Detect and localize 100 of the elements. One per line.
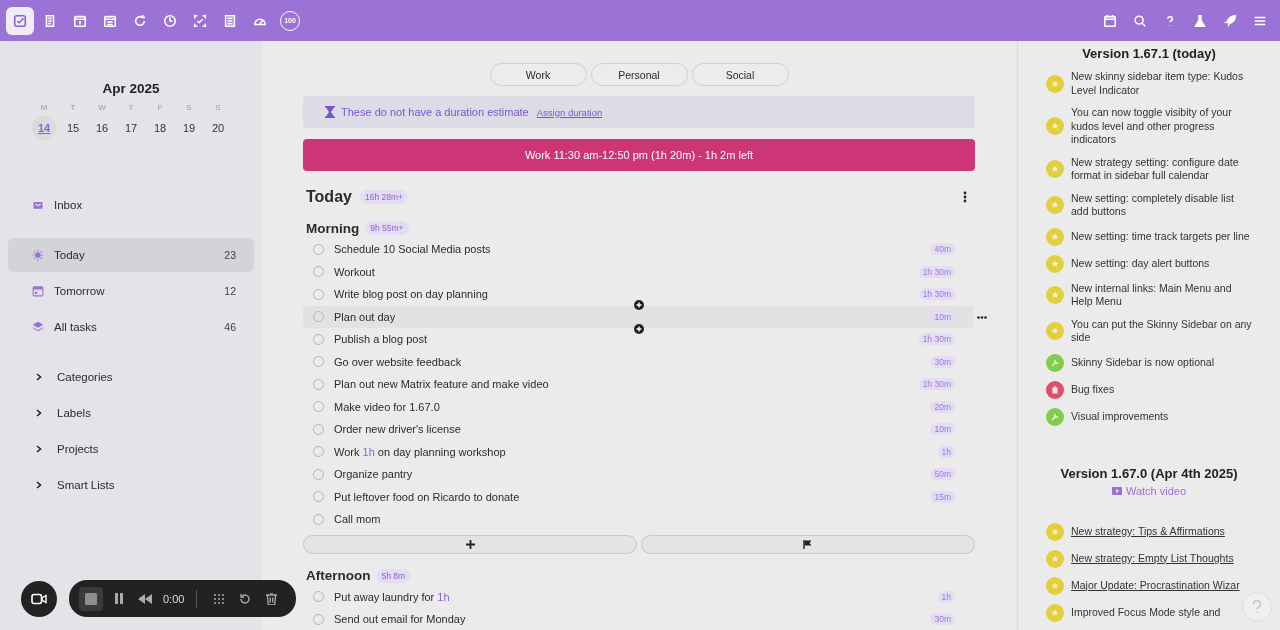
stop-button[interactable] bbox=[79, 586, 103, 611]
weekday-label: F bbox=[156, 103, 164, 112]
stop-icon bbox=[85, 592, 97, 605]
calendar-day[interactable]: 19 bbox=[177, 116, 201, 140]
duration-tag: 1h 30m bbox=[918, 378, 955, 391]
sidebar-item[interactable]: All tasks 46 bbox=[8, 310, 254, 344]
sidebar-group[interactable]: Smart Lists bbox=[8, 468, 254, 502]
filter-button[interactable]: Personal bbox=[590, 63, 688, 86]
changelog-item: Bug fixes bbox=[1071, 382, 1115, 397]
sidebar-item[interactable]: Today 23 bbox=[8, 238, 254, 272]
changelog-item: Visual improvements bbox=[1071, 409, 1169, 424]
sidebar-group[interactable]: Projects bbox=[8, 432, 254, 466]
task-row[interactable]: Make video for 1.67.0 20m bbox=[303, 395, 973, 418]
toolbar-button[interactable] bbox=[6, 6, 34, 35]
task-title[interactable]: Plan out new Matrix feature and make video bbox=[334, 378, 909, 391]
section-title: Morning bbox=[306, 220, 360, 236]
calendar-day[interactable]: 15 bbox=[61, 116, 85, 140]
changelog-item: You can put the Skinny Sidebar on any side bbox=[1071, 317, 1252, 345]
task-row[interactable]: Plan out day 10m bbox=[303, 305, 973, 328]
task-row[interactable]: Work 1h on day planning workshop 1h bbox=[303, 440, 973, 463]
help-icon bbox=[1252, 600, 1262, 614]
duration-tag: 30m bbox=[930, 613, 955, 626]
task-row[interactable]: Schedule 10 Social Media posts 40m bbox=[303, 238, 973, 261]
calendar-day[interactable]: 20 bbox=[206, 116, 230, 140]
task-row[interactable]: Call mom bbox=[303, 508, 973, 531]
task-row[interactable]: Organize pantry 50m bbox=[303, 463, 973, 486]
task-title[interactable]: Organize pantry bbox=[334, 468, 921, 481]
version-title: Version 1.67.0 (Apr 4th 2025) bbox=[1059, 465, 1239, 481]
changelog-link[interactable]: New strategy: Empty List Thoughts bbox=[1071, 551, 1234, 566]
changelog-item: New skinny sidebar item type: Kudos Level Indicator bbox=[1071, 70, 1245, 97]
changelog-link[interactable]: Major Update: Procrastination Wizar bbox=[1071, 578, 1240, 593]
duration-total: 5h 8m bbox=[376, 568, 411, 583]
task-row[interactable]: Send out email for Monday 30m bbox=[303, 608, 973, 630]
duration-tag: 10m bbox=[930, 423, 955, 436]
calendar-icon bbox=[1103, 13, 1117, 28]
search-icon bbox=[1133, 13, 1147, 28]
layers-icon bbox=[32, 321, 44, 333]
sidebar-group[interactable]: Labels bbox=[8, 396, 254, 430]
changelog-link[interactable]: New strategy: Tips & Affirmations bbox=[1071, 524, 1225, 539]
sidebar-group[interactable]: Categories bbox=[8, 360, 254, 394]
plus-icon bbox=[465, 539, 475, 549]
task-title[interactable]: Write blog post on day planning bbox=[334, 288, 909, 301]
refresh-icon bbox=[133, 13, 147, 28]
changelog-item: You can now toggle visibity of your kudos level and other progress indicators bbox=[1071, 106, 1233, 147]
duration-tag: 50m bbox=[930, 468, 955, 481]
weekday-label: T bbox=[69, 103, 77, 112]
pause-icon bbox=[114, 593, 124, 604]
changelog-item: New strategy setting: configure date format in sidebar full calendar bbox=[1071, 155, 1240, 183]
scroll-icon bbox=[43, 13, 57, 28]
filter-button[interactable]: Social bbox=[691, 63, 789, 86]
weekday-label: S bbox=[185, 103, 193, 112]
restart-icon bbox=[239, 592, 252, 605]
sidebar-item[interactable]: Tomorrow 12 bbox=[8, 274, 254, 308]
assign-duration-link[interactable]: Assign duration bbox=[536, 106, 603, 118]
dot-grid-icon bbox=[213, 592, 226, 605]
wrench-icon bbox=[1046, 353, 1064, 372]
calendar-day[interactable]: 16 bbox=[90, 116, 114, 140]
task-row[interactable]: Order new driver's license 10m bbox=[303, 418, 973, 441]
add-above-icon[interactable] bbox=[634, 299, 644, 310]
more-icon[interactable] bbox=[977, 315, 987, 319]
rewind-icon bbox=[138, 593, 152, 604]
task-title[interactable]: Schedule 10 Social Media posts bbox=[334, 243, 921, 256]
task-title[interactable]: Work 1h on day planning workshop bbox=[334, 445, 928, 458]
task-title[interactable]: Call mom bbox=[334, 513, 955, 526]
focus-icon bbox=[193, 13, 207, 28]
calendar-day[interactable]: 18 bbox=[148, 116, 172, 140]
calendar-icon bbox=[32, 285, 44, 297]
inbox-icon bbox=[32, 199, 44, 211]
add-below-icon[interactable] bbox=[634, 324, 644, 334]
changelog-item: Skinny Sidebar is now optional bbox=[1071, 355, 1214, 370]
sun-icon bbox=[32, 249, 44, 261]
task-row[interactable]: Plan out new Matrix feature and make video 1h 30m bbox=[303, 373, 973, 396]
changelog-item: New setting: day alert buttons bbox=[1071, 256, 1210, 271]
task-title[interactable]: Make video for 1.67.0 bbox=[334, 400, 921, 413]
calendar-day[interactable]: 17 bbox=[119, 116, 143, 140]
hourglass-icon bbox=[325, 106, 335, 118]
calendar-month: Apr 2025 bbox=[102, 81, 160, 96]
duration-tag: 1h bbox=[937, 445, 955, 458]
task-row[interactable]: Put leftover food on Ricardo to donate 15m bbox=[303, 485, 973, 508]
duration-tag: 10m bbox=[930, 310, 955, 323]
duration-tag: 1h 30m bbox=[918, 288, 955, 301]
more-vertical-icon[interactable] bbox=[963, 191, 967, 203]
task-title[interactable]: Publish a blog post bbox=[334, 333, 909, 346]
inbox-item[interactable]: Inbox bbox=[8, 188, 254, 222]
task-row[interactable]: Publish a blog post 1h 30m bbox=[303, 328, 973, 351]
task-row[interactable]: Go over website feedback 30m bbox=[303, 350, 973, 373]
task-row[interactable]: Put away laundry for 1h 1h bbox=[303, 585, 973, 608]
task-title[interactable]: Order new driver's license bbox=[334, 423, 921, 436]
duration-total: 16h 28m+ bbox=[359, 190, 408, 204]
task-row[interactable]: Write blog post on day planning 1h 30m bbox=[303, 283, 973, 306]
check-icon bbox=[13, 13, 27, 28]
filter-button[interactable]: Work bbox=[489, 63, 587, 86]
task-title[interactable]: Go over website feedback bbox=[334, 355, 921, 368]
weekday-label: M bbox=[39, 103, 49, 112]
task-title[interactable]: Send out email for Monday bbox=[334, 613, 921, 626]
task-title[interactable]: Put away laundry for 1h bbox=[334, 590, 928, 603]
task-row[interactable]: Workout 1h 30m bbox=[303, 260, 973, 283]
task-title[interactable]: Put leftover food on Ricardo to donate bbox=[334, 490, 921, 503]
task-title[interactable]: Plan out day bbox=[334, 310, 921, 323]
task-title[interactable]: Workout bbox=[334, 265, 909, 278]
